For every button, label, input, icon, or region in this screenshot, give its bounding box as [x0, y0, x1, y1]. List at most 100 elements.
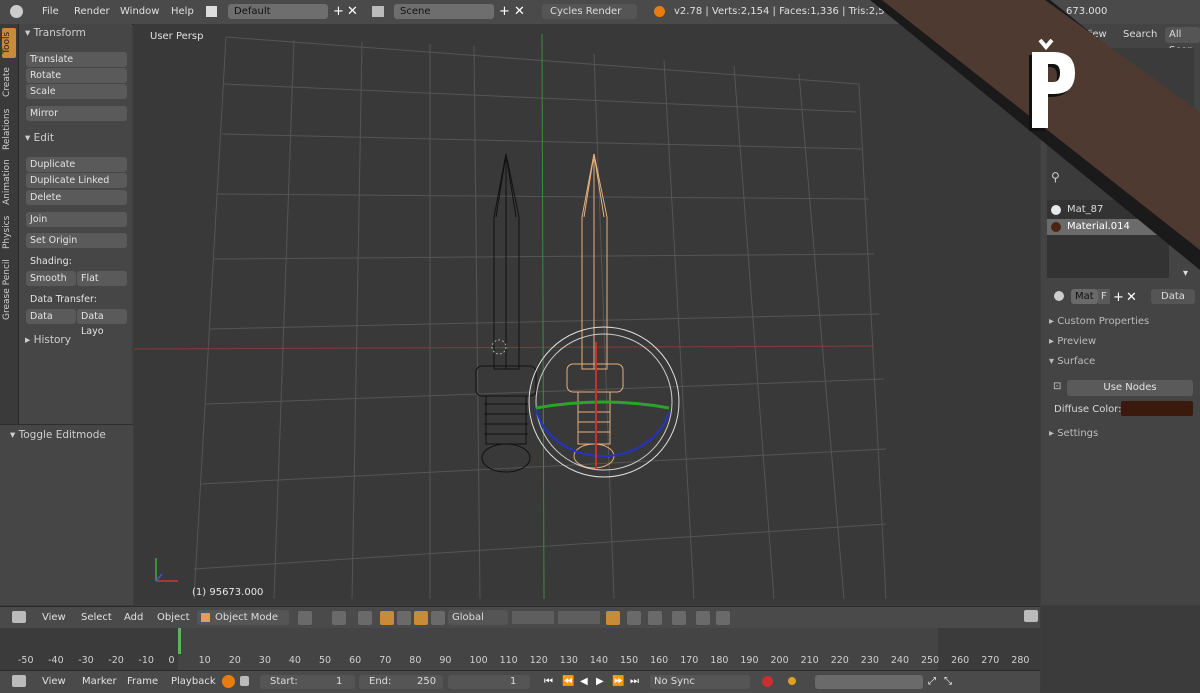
- layout-field[interactable]: Default: [228, 4, 328, 19]
- transform-panel-header[interactable]: ▾ Transform: [25, 27, 86, 39]
- edit-panel-header[interactable]: ▾ Edit: [25, 132, 54, 144]
- delete-keyframe-icon[interactable]: ⤡: [944, 676, 952, 687]
- scale-button[interactable]: Scale: [26, 84, 127, 99]
- rotate-button[interactable]: Rotate: [26, 68, 127, 83]
- transform-orientation-select[interactable]: Global: [448, 610, 508, 625]
- editor-type-icon[interactable]: [12, 611, 26, 623]
- keying-set-icon[interactable]: [788, 677, 796, 685]
- duplicate-button[interactable]: Duplicate: [26, 157, 127, 172]
- snap-target-icon[interactable]: [672, 611, 686, 625]
- pivot-point-icon[interactable]: [332, 611, 346, 625]
- add-layout-icon[interactable]: +: [333, 5, 344, 18]
- flat-button[interactable]: Flat: [77, 271, 127, 286]
- menu-object[interactable]: Object: [157, 612, 190, 623]
- link-data-select[interactable]: Data: [1151, 289, 1195, 304]
- keying-set-field[interactable]: [815, 675, 923, 689]
- timeline-menu-playback[interactable]: Playback: [171, 676, 216, 687]
- timeline-menu-marker[interactable]: Marker: [82, 676, 117, 687]
- lock-range-icon[interactable]: [240, 676, 249, 686]
- opengl-anim-icon[interactable]: [716, 611, 730, 625]
- snap-icon[interactable]: [648, 611, 662, 625]
- translate-button[interactable]: Translate: [26, 52, 127, 67]
- render-engine-select[interactable]: Cycles Render: [542, 4, 637, 19]
- jump-start-icon[interactable]: ⏮: [544, 676, 553, 687]
- delete-button[interactable]: Delete: [26, 190, 127, 205]
- unlink-material-icon[interactable]: ✕: [1126, 291, 1137, 304]
- manipulator-toggle-icon[interactable]: [358, 611, 372, 625]
- layer-buttons-b[interactable]: [558, 611, 600, 624]
- lock-camera-icon[interactable]: [606, 611, 620, 625]
- diffuse-color-swatch[interactable]: [1121, 401, 1193, 416]
- smooth-button[interactable]: Smooth: [26, 271, 76, 286]
- duplicate-linked-button[interactable]: Duplicate Linked: [26, 173, 127, 188]
- rotate-y-ring[interactable]: [535, 400, 670, 410]
- timeline-menu-frame[interactable]: Frame: [127, 676, 158, 687]
- start-frame-field[interactable]: Start: 1: [260, 675, 355, 689]
- rotate-manipulator-icon[interactable]: [397, 611, 411, 625]
- translate-manipulator-icon[interactable]: [380, 611, 394, 625]
- use-nodes-button[interactable]: Use Nodes: [1067, 380, 1193, 396]
- mode-select[interactable]: Object Mode: [197, 610, 289, 625]
- set-origin-button[interactable]: Set Origin: [26, 233, 127, 248]
- timeline-tick-label: 100: [469, 655, 488, 666]
- jump-keyframe-forward-icon[interactable]: ⏩: [612, 676, 624, 687]
- record-icon[interactable]: [762, 676, 773, 687]
- timeline-editor-type-icon[interactable]: [12, 675, 26, 687]
- tab-physics[interactable]: Physics: [2, 212, 16, 252]
- play-icon[interactable]: ▶: [596, 676, 604, 687]
- menu-help[interactable]: Help: [171, 6, 194, 17]
- menu-add[interactable]: Add: [124, 612, 143, 623]
- properties-editor-type-icon[interactable]: [1024, 610, 1038, 622]
- opengl-render-icon[interactable]: [696, 611, 710, 625]
- mirror-button[interactable]: Mirror: [26, 106, 127, 121]
- add-scene-icon[interactable]: +: [499, 5, 510, 18]
- sync-mode-select[interactable]: No Sync: [650, 675, 750, 689]
- surface-panel[interactable]: ▾ Surface: [1049, 356, 1194, 367]
- new-material-icon[interactable]: +: [1113, 291, 1124, 304]
- tab-create[interactable]: Create: [2, 64, 16, 100]
- tab-tools[interactable]: Tools: [2, 28, 16, 58]
- layout-icon[interactable]: [206, 6, 217, 17]
- current-frame-indicator[interactable]: [178, 628, 181, 654]
- end-frame-field[interactable]: End: 250: [359, 675, 443, 689]
- custom-properties-panel[interactable]: ▸ Custom Properties: [1049, 316, 1194, 327]
- scene-field[interactable]: Scene: [394, 4, 494, 19]
- insert-keyframe-icon[interactable]: ⤢: [928, 676, 936, 687]
- operator-panel: ▾ Toggle Editmode: [0, 424, 133, 605]
- jump-keyframe-back-icon[interactable]: ⏪: [562, 676, 574, 687]
- preview-range-icon[interactable]: [222, 675, 235, 688]
- timeline-tick-label: 260: [951, 655, 970, 666]
- current-frame-field[interactable]: 1: [448, 675, 530, 689]
- layer-buttons-a[interactable]: [512, 611, 554, 624]
- info-editor-icon[interactable]: [10, 5, 23, 18]
- material-name-field[interactable]: Mat: [1071, 289, 1098, 304]
- toggle-editmode-header[interactable]: ▾ Toggle Editmode: [10, 429, 106, 441]
- proportional-edit-icon[interactable]: [627, 611, 641, 625]
- close-layout-icon[interactable]: ✕: [347, 5, 358, 18]
- preview-panel[interactable]: ▸ Preview: [1049, 336, 1194, 347]
- menu-render[interactable]: Render: [74, 6, 110, 17]
- tab-animation[interactable]: Animation: [2, 158, 16, 206]
- menu-select[interactable]: Select: [81, 612, 112, 623]
- data-button[interactable]: Data: [26, 309, 76, 324]
- data-layout-button[interactable]: Data Layo: [77, 309, 127, 337]
- close-scene-icon[interactable]: ✕: [514, 5, 525, 18]
- history-panel-header[interactable]: ▸ History: [25, 334, 71, 346]
- tab-relations[interactable]: Relations: [2, 106, 16, 152]
- transform-header-label: Transform: [33, 27, 86, 39]
- timeline-menu-view[interactable]: View: [42, 676, 66, 687]
- timeline-area[interactable]: -50 -40 -30 -20 -10 0 10 20 30 40 50 60 70 80 90 100 110…: [0, 628, 1040, 670]
- play-reverse-icon[interactable]: ◀: [580, 676, 588, 687]
- fake-user-toggle[interactable]: F: [1098, 289, 1110, 304]
- jump-end-icon[interactable]: ⏭: [630, 676, 639, 687]
- settings-panel[interactable]: ▸ Settings: [1049, 428, 1194, 439]
- join-button[interactable]: Join: [26, 212, 127, 227]
- scale-manipulator-icon[interactable]: [414, 611, 428, 625]
- menu-window[interactable]: Window: [120, 6, 159, 17]
- scene-icon[interactable]: [372, 6, 384, 17]
- menu-file[interactable]: File: [42, 6, 59, 17]
- tab-grease-pencil[interactable]: Grease Pencil: [2, 258, 16, 322]
- menu-view[interactable]: View: [42, 612, 66, 623]
- manipulator-extra-icon[interactable]: [431, 611, 445, 625]
- viewport-shading-icon[interactable]: [298, 611, 312, 625]
